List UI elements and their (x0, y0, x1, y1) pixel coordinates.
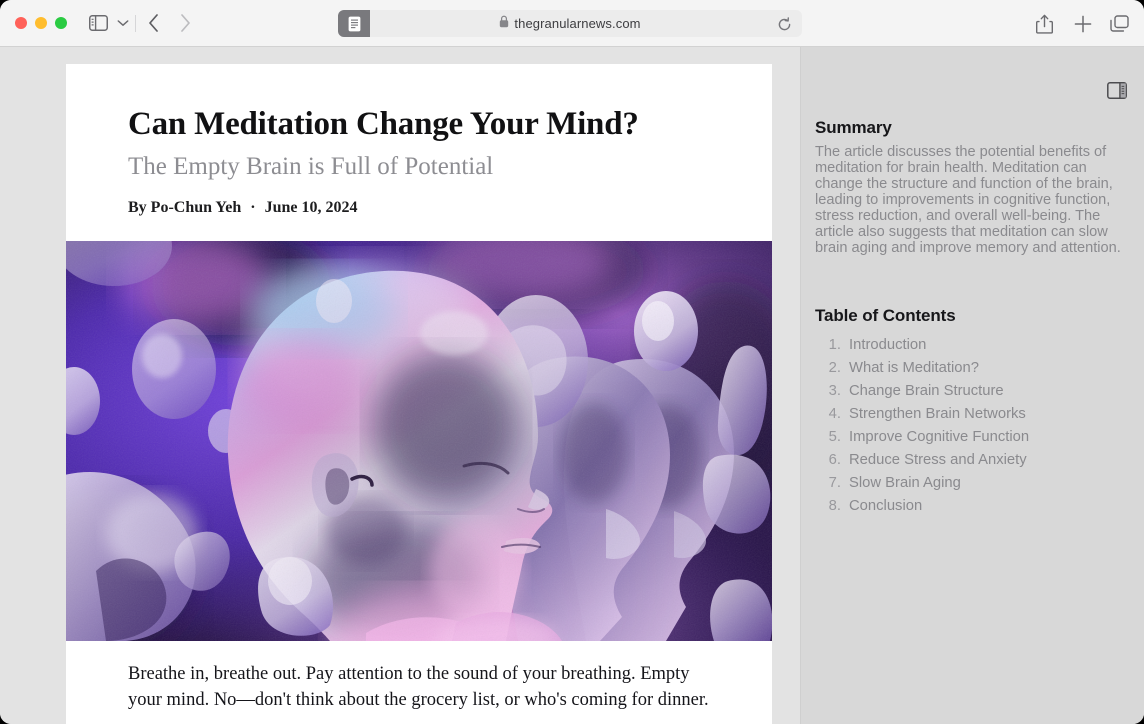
url-text: thegranularnews.com (514, 16, 641, 31)
sidebar-toggle-right-icon[interactable] (1106, 80, 1128, 100)
article-paragraph: Breathe in, breathe out. Pay attention t… (128, 663, 709, 711)
toc-item[interactable]: 5. Improve Cognitive Function (815, 426, 1125, 449)
article-subtitle: The Empty Brain is Full of Potential (128, 152, 494, 180)
page-title: Can Meditation Change Your Mind? (128, 106, 639, 142)
article-card: Can Meditation Change Your Mind? The Emp… (66, 64, 772, 724)
toc-item[interactable]: 1. Introduction (815, 334, 1125, 357)
toc-item[interactable]: 2. What is Meditation? (815, 357, 1125, 380)
minimize-button[interactable] (35, 17, 47, 29)
byline-date: June 10, 2024 (264, 198, 358, 216)
toc-item[interactable]: 3. Change Brain Structure (815, 380, 1125, 403)
chevron-down-icon[interactable] (114, 14, 132, 32)
browser-window: thegranularnews.com Can Meditation Chang… (0, 0, 1144, 724)
toc-item-label: What is Meditation? (849, 360, 979, 376)
toc-item-number: 6. (828, 452, 841, 468)
new-tab-plus-icon[interactable] (1072, 13, 1094, 35)
toolbar-divider (135, 15, 136, 32)
sidebar-toggle-icon[interactable] (87, 13, 109, 33)
toc-item-number: 1. (828, 337, 841, 353)
toc-heading: Table of Contents (815, 306, 956, 325)
article-header: Can Meditation Change Your Mind? The Emp… (66, 64, 772, 217)
toc-item-number: 2. (828, 360, 841, 376)
summary-section: Summary The article discusses the potent… (815, 118, 1121, 256)
share-icon[interactable] (1033, 13, 1055, 35)
toc-item-number: 4. (828, 406, 841, 422)
toc-item-label: Improve Cognitive Function (849, 429, 1030, 445)
toc-item-number: 7. (828, 475, 841, 491)
toc-item-label: Change Brain Structure (849, 383, 1004, 399)
lock-icon (499, 15, 509, 33)
tab-overview-icon[interactable] (1108, 13, 1130, 35)
article-byline: By Po-Chun Yeh · June 10, 2024 (128, 199, 710, 217)
toc-item-label: Conclusion (849, 498, 923, 514)
byline-separator: · (250, 198, 256, 216)
toc-item[interactable]: 8. Conclusion (815, 495, 1125, 518)
reader-sidebar: Summary The article discusses the potent… (800, 47, 1144, 724)
browser-toolbar: thegranularnews.com (0, 0, 1144, 47)
summary-text: The article discusses the potential bene… (815, 144, 1121, 257)
toc-item-label: Slow Brain Aging (849, 475, 961, 491)
reader-pane[interactable]: Can Meditation Change Your Mind? The Emp… (0, 47, 800, 724)
toc-list: 1. Introduction 2. What is Meditation? 3. Cha… (815, 334, 1125, 518)
url-display: thegranularnews.com (338, 10, 802, 37)
toc-item-label: Strengthen Brain Networks (849, 406, 1026, 422)
back-arrow-icon[interactable] (143, 13, 163, 33)
toc-item[interactable]: 6. Reduce Stress and Anxiety (815, 449, 1125, 472)
content-area: Can Meditation Change Your Mind? The Emp… (0, 47, 1144, 724)
address-bar[interactable]: thegranularnews.com (338, 10, 802, 37)
reload-icon[interactable] (775, 15, 793, 33)
byline-author: By Po-Chun Yeh (128, 198, 242, 216)
reader-mode-button[interactable] (338, 10, 370, 37)
summary-heading: Summary (815, 118, 892, 137)
article-hero-image (66, 240, 772, 641)
toc-item-number: 3. (828, 383, 841, 399)
toc-item-label: Reduce Stress and Anxiety (849, 452, 1027, 468)
window-controls (15, 17, 67, 29)
forward-arrow-icon[interactable] (175, 13, 195, 33)
toc-item[interactable]: 4. Strengthen Brain Networks (815, 403, 1125, 426)
toc-item-number: 8. (828, 498, 841, 514)
close-button[interactable] (15, 17, 27, 29)
article-body: Breathe in, breathe out. Pay attention t… (66, 641, 772, 724)
toc-item-number: 5. (828, 429, 841, 445)
table-of-contents-section: Table of Contents 1. Introduction 2. What i… (815, 306, 1125, 518)
toc-item-label: Introduction (849, 337, 927, 353)
zoom-button[interactable] (55, 17, 67, 29)
toc-item[interactable]: 7. Slow Brain Aging (815, 472, 1125, 495)
